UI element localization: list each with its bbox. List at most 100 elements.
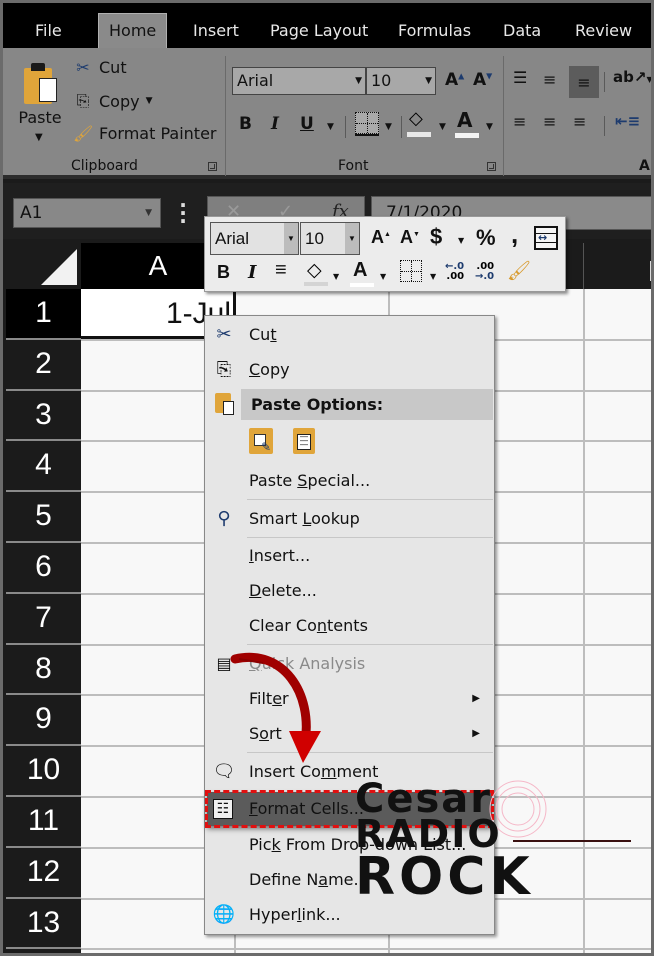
- align-center-icon[interactable]: ≡: [543, 112, 556, 131]
- font-color-dropdown-icon[interactable]: ▼: [486, 122, 493, 132]
- mini-format-painter-icon[interactable]: 🖌: [507, 259, 531, 282]
- tab-file[interactable]: File: [25, 16, 72, 48]
- font-launcher-icon[interactable]: [487, 162, 496, 171]
- copy-icon: ⎘: [76, 91, 90, 110]
- row-header-8[interactable]: 8: [6, 644, 81, 696]
- row-header-9[interactable]: 9: [6, 695, 81, 747]
- align-right-icon[interactable]: ≡: [573, 112, 586, 131]
- menu-item-quick-analysis[interactable]: ▤ Quick Analysis: [205, 647, 494, 681]
- fill-color-dropdown-icon[interactable]: ▼: [439, 122, 446, 132]
- menu-item-insert[interactable]: Insert...: [205, 539, 494, 573]
- bold-button[interactable]: B: [239, 114, 252, 134]
- row-header-5[interactable]: 5: [6, 492, 81, 543]
- copy-dropdown-icon[interactable]: ▼: [146, 96, 153, 106]
- tab-home[interactable]: Home: [98, 13, 168, 49]
- format-painter-icon: 🖌: [73, 124, 94, 143]
- underline-button[interactable]: U: [300, 114, 314, 134]
- top-align-icon[interactable]: ☰: [513, 68, 527, 87]
- menu-item-delete[interactable]: Delete...: [205, 574, 494, 608]
- row-header-3[interactable]: 3: [6, 390, 81, 442]
- menu-item-paste-special[interactable]: Paste Special...: [205, 464, 494, 498]
- row-header-11[interactable]: 11: [6, 797, 81, 848]
- shrink-font-button[interactable]: A▼: [473, 70, 492, 90]
- paste-dropdown-icon[interactable]: ▼: [35, 132, 43, 143]
- currency-button[interactable]: $: [430, 224, 442, 250]
- smart-lookup-icon: ⚲: [217, 508, 231, 529]
- percent-button[interactable]: %: [476, 225, 496, 251]
- bottom-align-icon[interactable]: ≡: [569, 66, 599, 98]
- mini-grow-font-button[interactable]: A▲: [371, 227, 391, 248]
- menu-item-cut[interactable]: ✂ Cut: [205, 318, 494, 352]
- tab-formulas[interactable]: Formulas: [388, 16, 481, 48]
- borders-dropdown-icon[interactable]: ▼: [385, 122, 392, 132]
- currency-dropdown-icon[interactable]: ▼: [458, 236, 464, 245]
- row-header-12[interactable]: 12: [6, 847, 81, 899]
- paste-options-label: Paste Options:: [251, 395, 384, 414]
- align-left-icon[interactable]: ≡: [513, 112, 526, 131]
- tab-data[interactable]: Data: [493, 16, 551, 48]
- cut-label: Cut: [99, 58, 127, 77]
- mini-font-color-dropdown-icon[interactable]: ▼: [380, 272, 386, 281]
- cut-button[interactable]: ✂ Cut: [73, 58, 127, 77]
- mini-bold-button[interactable]: B: [217, 262, 230, 283]
- ribbon-home: Paste ▼ ✂ Cut ⎘ Copy ▼ 🖌 Format Painter …: [3, 48, 651, 179]
- grow-font-button[interactable]: A▲: [445, 70, 464, 90]
- row-header-7[interactable]: 7: [6, 593, 81, 645]
- menu-item-sort[interactable]: Sort ▶: [205, 717, 494, 751]
- row-header-13[interactable]: 13: [6, 898, 81, 950]
- increase-decimal-button[interactable]: ←.0 .00: [445, 262, 464, 282]
- mini-toolbar: Arial ▼ 10 ▼ A▲ A▼ $ ▼ % , ↔ B I ≡ ◇ ▼ A…: [204, 216, 566, 292]
- fill-color-icon[interactable]: ◇: [407, 108, 431, 137]
- clipboard-launcher-icon[interactable]: [208, 162, 217, 171]
- row-header-4[interactable]: 4: [6, 441, 81, 493]
- select-all-button[interactable]: [6, 243, 81, 289]
- mini-borders-dropdown-icon[interactable]: ▼: [430, 272, 436, 281]
- font-color-button[interactable]: A: [455, 108, 479, 138]
- submenu-arrow-icon: ▶: [472, 693, 480, 704]
- hyperlink-icon: 🌐: [212, 904, 236, 925]
- mini-center-align-icon[interactable]: ≡: [275, 259, 287, 282]
- menu-item-clear-contents[interactable]: Clear Contents: [205, 609, 494, 643]
- underline-dropdown-icon[interactable]: ▼: [327, 122, 334, 132]
- mini-borders-icon[interactable]: [400, 260, 422, 282]
- clipboard-group-label: Clipboard: [71, 158, 138, 174]
- italic-button[interactable]: I: [271, 114, 279, 134]
- font-name-combo[interactable]: Arial ▼: [232, 67, 366, 95]
- mini-shrink-font-button[interactable]: A▼: [400, 227, 420, 248]
- tab-review[interactable]: Review: [565, 16, 642, 48]
- tab-insert[interactable]: Insert: [183, 16, 249, 48]
- paste-button[interactable]: Paste ▼: [17, 56, 67, 151]
- middle-align-icon[interactable]: ≡: [543, 70, 556, 89]
- excel-window: File Home Insert Page Layout Formulas Da…: [0, 0, 654, 956]
- copy-button[interactable]: ⎘ Copy ▼: [73, 91, 153, 111]
- orientation-icon[interactable]: ab↗▼: [613, 68, 651, 86]
- mini-font-color-button[interactable]: A: [350, 259, 374, 287]
- scissors-icon: ✂: [76, 58, 90, 77]
- mini-font-size-combo[interactable]: 10 ▼: [300, 222, 360, 255]
- font-group-label: Font: [338, 158, 369, 174]
- menu-item-filter[interactable]: Filter ▶: [205, 682, 494, 716]
- mini-fill-color-icon[interactable]: ◇: [304, 259, 328, 286]
- tab-page-layout[interactable]: Page Layout: [260, 16, 378, 48]
- comment-icon: 🗨: [212, 761, 236, 782]
- name-box[interactable]: A1 ▼: [13, 198, 161, 228]
- menu-item-smart-lookup[interactable]: ⚲ Smart Lookup: [205, 502, 494, 536]
- font-size-combo[interactable]: 10 ▼: [366, 67, 436, 95]
- comma-style-button[interactable]: ,: [511, 219, 518, 250]
- mini-italic-button[interactable]: I: [248, 262, 256, 283]
- format-painter-button[interactable]: 🖌 Format Painter: [73, 124, 216, 143]
- paste-keep-formatting-icon[interactable]: ✎: [249, 428, 273, 454]
- row-header-6[interactable]: 6: [6, 543, 81, 594]
- paste-values-icon[interactable]: ― ― ―: [293, 428, 315, 454]
- menu-item-copy[interactable]: ⎘ Copy: [205, 353, 494, 387]
- row-header-10[interactable]: 10: [6, 746, 81, 797]
- borders-icon[interactable]: [355, 112, 379, 136]
- more-options-icon[interactable]: · · ·: [179, 195, 187, 231]
- mini-font-name-combo[interactable]: Arial ▼: [210, 222, 299, 255]
- row-header-1[interactable]: 1: [6, 289, 81, 340]
- mini-fill-color-dropdown-icon[interactable]: ▼: [333, 272, 339, 281]
- row-header-2[interactable]: 2: [6, 339, 81, 391]
- decrease-decimal-button[interactable]: .00 →.0: [475, 262, 494, 282]
- decrease-indent-icon[interactable]: ⇤≡: [615, 112, 640, 130]
- wrap-merge-icon[interactable]: ↔: [534, 226, 558, 250]
